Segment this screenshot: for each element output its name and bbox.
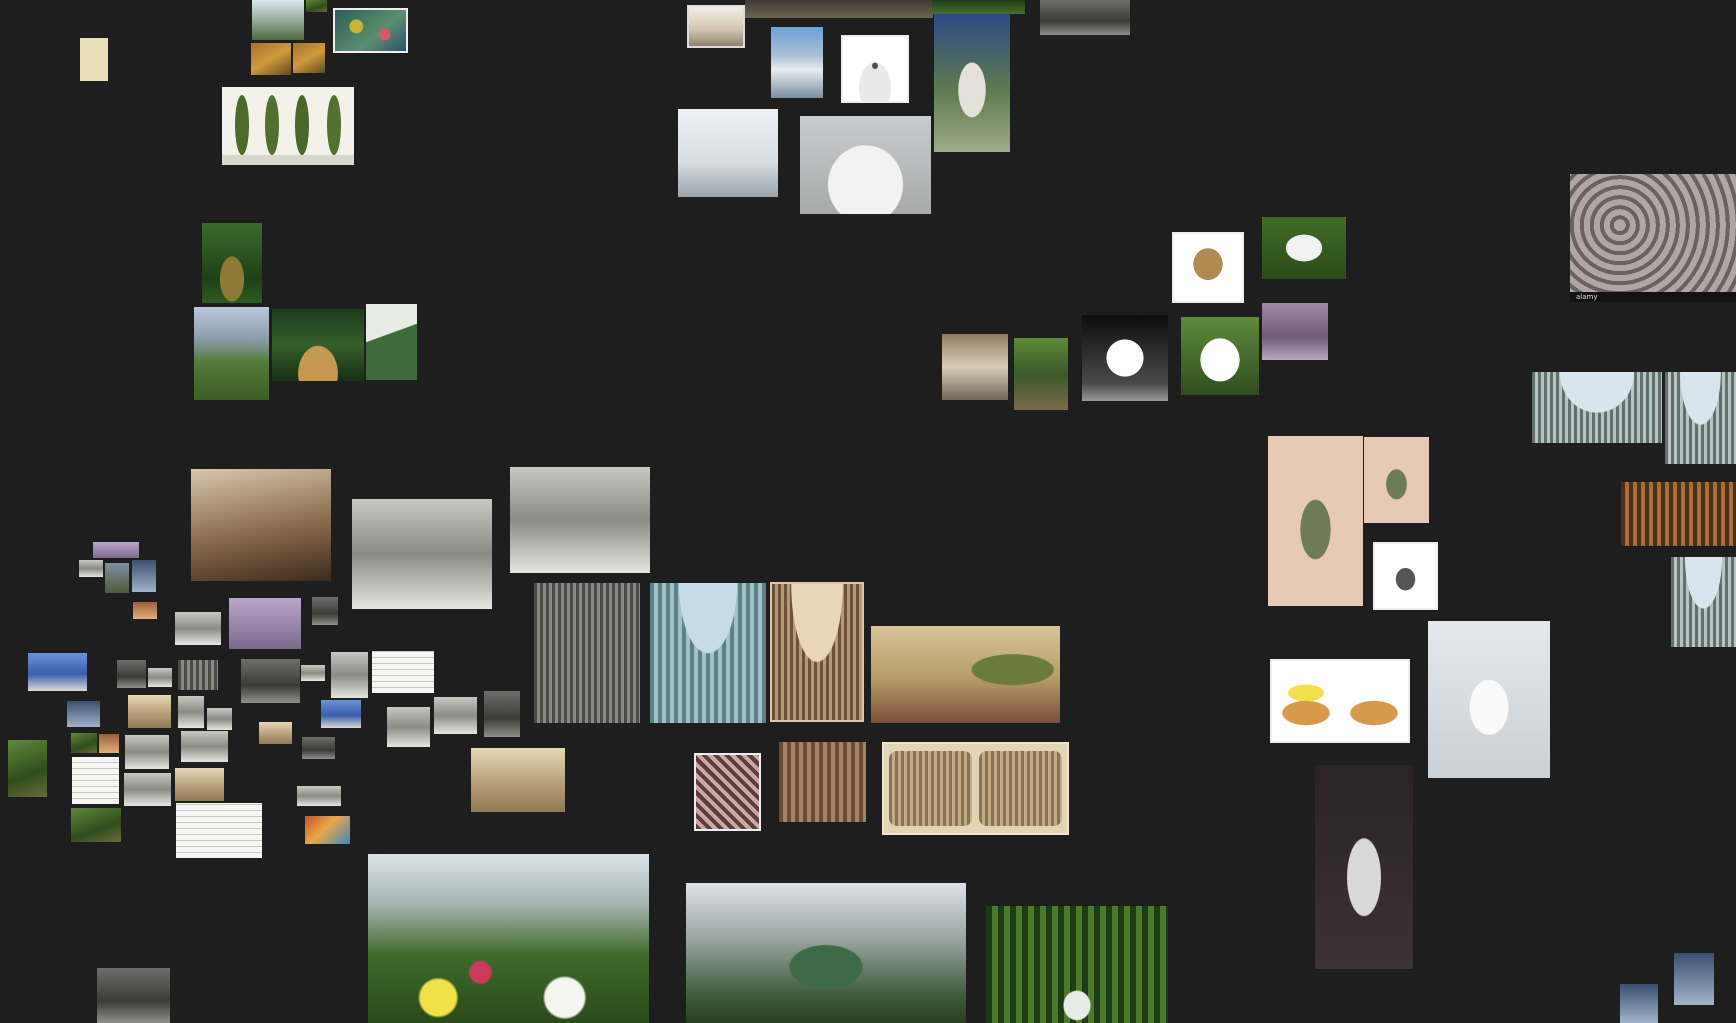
thumbnail-conservatory-color-c[interactable] <box>1671 557 1736 647</box>
ornament-watermark-text: alamy <box>1576 293 1598 301</box>
stereograph-left-frame <box>889 751 972 826</box>
thumbnail-small-a4[interactable] <box>133 602 157 619</box>
thumbnail-glass-building-bw[interactable] <box>510 467 650 573</box>
thumbnail-greenhouse-interior-dark[interactable] <box>272 309 364 381</box>
thumbnail-small-d8[interactable] <box>484 691 520 737</box>
thumbnail-fountain-park[interactable] <box>934 14 1010 152</box>
thumbnail-green-arbor[interactable] <box>202 223 262 303</box>
thumbnail-interior-sepia-small[interactable] <box>471 748 565 812</box>
thumbnail-small-d6[interactable] <box>387 707 430 747</box>
thumbnail-spiral-staircase[interactable] <box>366 304 417 380</box>
thumbnail-top-strip[interactable] <box>745 0 933 18</box>
thumbnail-sepia-structure[interactable] <box>191 469 331 581</box>
thumbnail-dark-sepia-top[interactable] <box>1040 0 1130 35</box>
thumbnail-small-dome-drawing[interactable] <box>176 803 262 858</box>
thumbnail-small-d1[interactable] <box>67 701 100 727</box>
thumbnail-small-d2[interactable] <box>128 695 171 728</box>
thumbnail-chandelier-planter[interactable] <box>1315 765 1413 969</box>
thumbnail-small-bottom-sepia[interactable] <box>97 968 170 1023</box>
thumbnail-exhibition-hall-color[interactable] <box>650 583 766 723</box>
thumbnail-small-b2[interactable] <box>229 598 301 649</box>
thumbnail-interior-sepia-dark[interactable] <box>779 742 866 822</box>
thumbnail-hanging-planter-green[interactable] <box>1268 436 1363 606</box>
thumbnail-bench-ornate-white[interactable] <box>1181 317 1259 395</box>
thumbnail-small-d4[interactable] <box>207 708 232 730</box>
thumbnail-garden-small[interactable] <box>306 0 327 12</box>
thumbnail-small-c6[interactable] <box>331 652 368 698</box>
thumbnail-planter-sketch[interactable] <box>1373 542 1438 610</box>
thumbnail-bandstand-bw[interactable] <box>352 499 492 609</box>
thumbnail-conservatory-color-b[interactable] <box>1665 372 1736 464</box>
thumbnail-conservatory-sepia[interactable] <box>1621 482 1736 546</box>
thumbnail-small-drawing[interactable] <box>372 651 434 693</box>
thumbnail-conservatory-green-door[interactable] <box>686 883 966 1023</box>
thumbnail-small-e5[interactable] <box>259 722 292 744</box>
thumbnail-bench-white-wall[interactable] <box>942 334 1008 400</box>
thumbnail-small-d5[interactable] <box>321 700 361 728</box>
thumbnail-cream-panel[interactable] <box>80 38 108 81</box>
thumbnail-small-e2[interactable] <box>99 734 119 753</box>
thumbnail-small-b3[interactable] <box>312 597 338 625</box>
thumbnail-park-path[interactable] <box>194 307 269 400</box>
thumbnail-garden-landscape[interactable] <box>252 0 304 40</box>
thumbnail-exhibition-hall-sepia[interactable] <box>770 582 864 722</box>
thumbnail-small-d3[interactable] <box>178 696 204 728</box>
thumbnail-small-e3[interactable] <box>125 735 169 769</box>
thumbnail-small-a1[interactable] <box>79 560 103 577</box>
thumbnail-small-f2[interactable] <box>175 768 224 801</box>
thumbnail-bench-wood[interactable] <box>1172 232 1244 303</box>
thumbnail-small-violet[interactable] <box>93 542 139 558</box>
thumbnail-lily-pond-painting[interactable] <box>333 8 408 53</box>
thumbnail-cypress-trees[interactable] <box>222 87 354 165</box>
thumbnail-iron-ornament[interactable]: alamy <box>1570 174 1736 302</box>
thumbnail-small-c3[interactable] <box>178 660 218 690</box>
stereograph-right-frame <box>979 751 1062 826</box>
thumbnail-green-top[interactable] <box>932 0 1025 14</box>
thumbnail-fountain-blue-sky[interactable] <box>771 27 823 98</box>
thumbnail-small-a3[interactable] <box>132 560 156 592</box>
thumbnail-small-green-grass[interactable] <box>8 740 47 797</box>
thumbnail-small-e1[interactable] <box>71 733 97 753</box>
thumbnail-small-d7[interactable] <box>434 697 477 734</box>
thumbnail-small-e6[interactable] <box>302 737 335 759</box>
thumbnail-small-right-b[interactable] <box>1620 984 1658 1023</box>
thumbnail-small-f1[interactable] <box>124 773 171 806</box>
thumbnail-fountain-warehouse[interactable] <box>800 116 931 214</box>
thumbnail-hanging-planter-small[interactable] <box>1364 437 1429 523</box>
thumbnail-bench-purple[interactable] <box>1262 303 1328 360</box>
thumbnail-small-blue-conservatory[interactable] <box>28 653 87 691</box>
thumbnail-small-right-a[interactable] <box>1674 953 1714 1005</box>
thumbnail-flower-baskets[interactable] <box>1270 659 1410 743</box>
thumbnail-fountain-bowl-white[interactable] <box>841 35 909 103</box>
thumbnail-fountain-ornate[interactable] <box>687 5 745 48</box>
thumbnail-conservatory-flowers[interactable] <box>368 854 649 1023</box>
thumbnail-small-b1[interactable] <box>175 612 221 645</box>
thumbnail-autumn-garden-b[interactable] <box>293 43 325 73</box>
thumbnail-small-colorful[interactable] <box>305 816 350 844</box>
thumbnail-green-tunnel-arbor[interactable] <box>986 906 1168 1023</box>
thumbnail-small-c2[interactable] <box>148 668 172 687</box>
thumbnail-small-green-frame[interactable] <box>71 808 121 842</box>
thumbnail-small-a2[interactable] <box>105 563 129 593</box>
thumbnail-bench-green-hedge[interactable] <box>1014 338 1068 410</box>
thumbnail-white-hanging-planter[interactable] <box>1428 621 1550 778</box>
thumbnail-stereograph[interactable] <box>882 742 1069 835</box>
thumbnail-small-e4[interactable] <box>181 731 228 762</box>
image-cluster-canvas[interactable]: alamy <box>0 0 1736 1023</box>
thumbnail-autumn-garden-a[interactable] <box>251 43 291 75</box>
thumbnail-conservatory-color-a[interactable] <box>1532 372 1662 443</box>
thumbnail-bench-black-backdrop[interactable] <box>1082 315 1168 401</box>
thumbnail-fountain-showroom[interactable] <box>678 109 778 197</box>
cypress-trees-illustration <box>222 95 354 165</box>
thumbnail-ironwork-pink[interactable] <box>694 753 761 831</box>
thumbnail-exhibition-painting[interactable] <box>871 626 1060 723</box>
thumbnail-exhibition-hall-bw[interactable] <box>534 583 640 723</box>
thumbnail-small-c5[interactable] <box>301 665 325 681</box>
thumbnail-bench-lawn[interactable] <box>1262 217 1346 279</box>
thumbnail-small-gazebo-drawing[interactable] <box>72 757 119 804</box>
thumbnail-small-c1[interactable] <box>117 660 146 688</box>
thumbnail-small-f3[interactable] <box>297 786 341 806</box>
thumbnail-small-c4[interactable] <box>241 659 300 703</box>
